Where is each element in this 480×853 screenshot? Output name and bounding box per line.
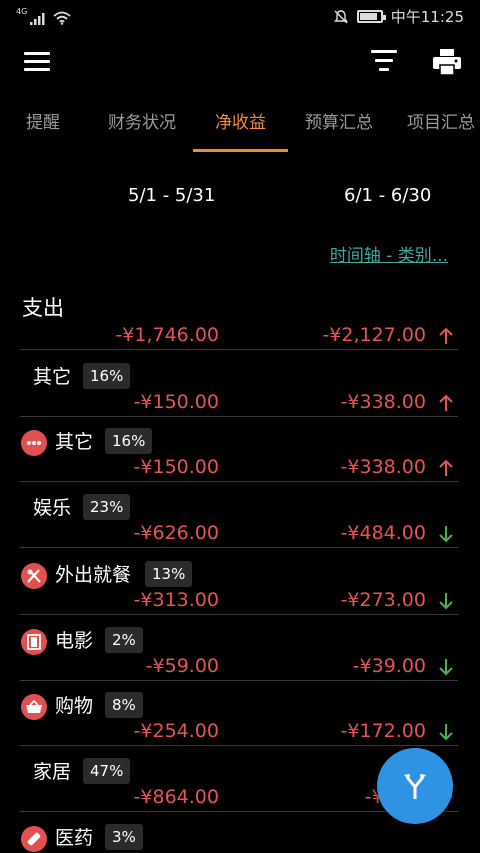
signal-icon (30, 13, 45, 25)
tab-financial-status[interactable]: 财务状况 (104, 100, 180, 152)
tab-project-summary[interactable]: 项目汇总 (402, 100, 480, 152)
percent-badge: 8% (105, 692, 143, 718)
trend-up-icon (439, 394, 453, 411)
status-right: 中午11:25 (333, 6, 464, 27)
section-title: 支出 (22, 296, 64, 320)
print-button[interactable] (432, 48, 462, 76)
row-divider (20, 547, 458, 548)
trend-up-icon (439, 459, 453, 476)
category-label[interactable]: 外出就餐 (55, 560, 131, 587)
percent-badge: 47% (83, 758, 131, 784)
row-divider (20, 680, 458, 681)
menu-button[interactable] (24, 52, 50, 72)
tab-reminders[interactable]: 提醒 (22, 100, 64, 152)
battery-icon (356, 10, 386, 23)
fork-fab-button[interactable] (377, 748, 453, 824)
category-label[interactable]: 医药 (55, 823, 93, 850)
amount-period-1: -¥313.00 (133, 589, 219, 611)
amount-period-1: -¥59.00 (145, 655, 219, 677)
medical-icon (21, 826, 47, 852)
row-divider (20, 481, 458, 482)
active-tab-indicator (193, 149, 288, 152)
category-label[interactable]: 娱乐 (33, 493, 71, 520)
film-icon (21, 629, 47, 655)
tab-net-income[interactable]: 净收益 (193, 100, 288, 152)
amount-period-2: -¥338.00 (340, 391, 426, 413)
status-time: 中午11:25 (390, 8, 464, 26)
amount-period-1: -¥150.00 (133, 391, 219, 413)
app-bar (0, 34, 480, 94)
amount-period-1: -¥254.00 (133, 720, 219, 742)
status-bar: 4G 中午11:25 (0, 0, 480, 34)
category-label[interactable]: 电影 (55, 626, 93, 653)
period-header: 5/1 - 5/31 6/1 - 6/30 (0, 185, 480, 211)
amount-period-2: -¥338.00 (340, 456, 426, 478)
filter-button[interactable] (371, 50, 397, 74)
trend-down-icon (439, 659, 453, 676)
period-2: 6/1 - 6/30 (344, 185, 432, 206)
percent-badge: 16% (105, 428, 153, 454)
trend-down-icon (439, 593, 453, 610)
percent-badge: 23% (83, 494, 131, 520)
category-label[interactable]: 家居 (33, 757, 71, 784)
amount-period-2: -¥172.00 (340, 720, 426, 742)
mute-icon (333, 9, 348, 23)
amount-period-1: -¥150.00 (133, 456, 219, 478)
row-divider (20, 745, 458, 746)
percent-badge: 3% (105, 824, 143, 850)
period-1: 5/1 - 5/31 (128, 185, 216, 206)
trend-down-icon (439, 526, 453, 543)
basket-icon (21, 694, 47, 720)
fork-icon (404, 774, 426, 799)
amount-period-2: -¥484.00 (340, 522, 426, 544)
percent-badge: 13% (145, 561, 193, 587)
status-left: 4G (16, 8, 71, 25)
tab-budget-summary[interactable]: 预算汇总 (300, 100, 378, 152)
utensils-icon (21, 563, 47, 589)
category-label[interactable]: 其它 (33, 362, 71, 389)
amount-period-2: -¥273.00 (340, 589, 426, 611)
timeline-category-link[interactable]: 时间轴 - 类别... (330, 241, 448, 266)
percent-badge: 16% (83, 363, 131, 389)
trend-up-icon (439, 327, 453, 344)
amount-period-1: -¥864.00 (133, 786, 219, 808)
trend-down-icon (439, 724, 453, 741)
more-icon (21, 430, 47, 456)
section-total-period-2: -¥2,127.00 (322, 324, 426, 346)
section-divider (20, 349, 458, 350)
row-divider (20, 614, 458, 615)
amount-period-1: -¥626.00 (133, 522, 219, 544)
amount-period-2: -¥39.00 (352, 655, 426, 677)
category-label[interactable]: 其它 (55, 427, 93, 454)
wifi-icon (53, 11, 71, 25)
category-label[interactable]: 购物 (55, 691, 93, 718)
network-type: 4G (16, 7, 28, 16)
tab-bar: 提醒 财务状况 净收益 预算汇总 项目汇总 (0, 100, 480, 152)
section-total-period-1: -¥1,746.00 (115, 324, 219, 346)
percent-badge: 2% (105, 627, 143, 653)
row-divider (20, 416, 458, 417)
